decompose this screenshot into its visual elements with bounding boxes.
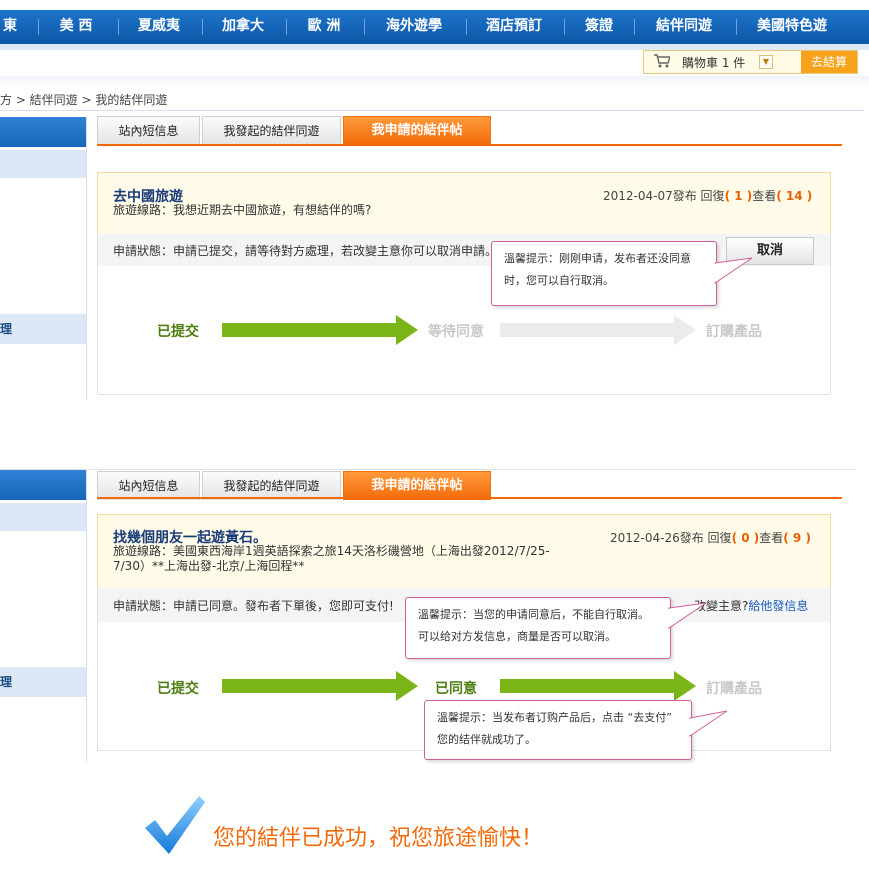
reply-count: ( 0 ) — [731, 531, 760, 545]
tab-my-applications[interactable]: 我申請的結伴帖 — [343, 471, 491, 500]
shopping-cart-icon — [654, 54, 670, 68]
post-date: 2012-04-26發布 回復 — [610, 531, 732, 545]
nav-item-east[interactable]: 東 — [0, 10, 20, 44]
step-submitted: 已提交 — [157, 681, 199, 697]
chevron-down-icon[interactable]: ▼ — [759, 55, 773, 69]
sidebar-border — [86, 117, 87, 400]
sidebar-item-manage[interactable]: 理 — [0, 314, 86, 344]
post-card: 找幾個朋友一起遊黃石。 旅遊線路：美國東西海岸1週英語探索之旅14天洛杉磯營地（… — [97, 514, 831, 590]
nav-divider — [364, 19, 365, 35]
sidebar-item-manage[interactable]: 理 — [0, 667, 86, 697]
post-card: 去中國旅遊 旅遊線路：我想近期去中國旅遊，有想結伴的嗎? 2012-04-07發… — [97, 172, 831, 236]
tab-site-messages[interactable]: 站內短信息 — [97, 116, 200, 145]
nav-item-study-abroad[interactable]: 海外遊學 — [372, 10, 456, 44]
nav-item-us-tours[interactable]: 美國特色遊 — [744, 10, 840, 44]
step-waiting-approval: 等待同意 — [428, 324, 484, 340]
progress-arrow-pending — [500, 315, 696, 345]
cart-count-label: 購物車 1 件 — [682, 56, 746, 70]
nav-item-hotels[interactable]: 酒店預訂 — [474, 10, 554, 44]
tab-underline — [97, 144, 842, 146]
section-divider — [0, 469, 856, 470]
tab-my-initiated[interactable]: 我發起的結伴同遊 — [202, 116, 341, 145]
tip-tooltip: 溫馨提示：当您的申请同意后，不能自行取消。可以给对方发信息，商量是否可以取消。 — [405, 597, 671, 659]
progress-arrow-done — [222, 671, 418, 701]
tooltip-pointer — [689, 710, 728, 737]
post-date: 2012-04-07發布 回復 — [603, 189, 725, 203]
tip-tooltip: 溫馨提示：刚刚申请，发布者还没同意时，您可以自行取消。 — [491, 241, 717, 306]
progress-arrow-done — [222, 315, 418, 345]
tab-underline — [97, 497, 842, 499]
views-label: 查看 — [752, 189, 777, 203]
step-approved: 已同意 — [435, 681, 477, 697]
change-mind: 改變主意?給他發信息 — [694, 597, 808, 614]
nav-divider — [466, 19, 467, 35]
nav-item-west-us[interactable]: 美 西 — [46, 10, 106, 44]
tab-my-initiated[interactable]: 我發起的結伴同遊 — [202, 471, 341, 500]
nav-item-europe[interactable]: 歐 洲 — [294, 10, 354, 44]
step-order-product: 訂購產品 — [706, 324, 762, 340]
breadcrumb-divider — [0, 110, 864, 111]
sidebar-item[interactable] — [0, 150, 86, 178]
tab-my-applications[interactable]: 我申請的結伴帖 — [343, 116, 491, 145]
nav-divider — [118, 19, 119, 35]
views-label: 查看 — [759, 531, 784, 545]
nav-divider — [202, 19, 203, 35]
sidebar-header — [0, 470, 86, 500]
nav-divider — [634, 19, 635, 35]
post-route: 旅遊線路：美國東西海岸1週英語探索之旅14天洛杉磯營地（上海出發2012/7/2… — [113, 544, 550, 573]
application-status: 申請狀態：申請已同意。發布者下單後，您即可支付! — [113, 599, 394, 613]
nav-item-visa[interactable]: 簽證 — [572, 10, 626, 44]
tab-site-messages[interactable]: 站內短信息 — [97, 471, 200, 500]
nav-divider — [286, 19, 287, 35]
view-count: ( 9 ) — [783, 531, 811, 545]
post-route: 旅遊線路：我想近期去中國旅遊，有想結伴的嗎? — [113, 203, 372, 217]
top-nav: 東 美 西 夏威夷 加拿大 歐 洲 海外遊學 酒店預訂 簽證 結伴同遊 美國特色… — [0, 10, 869, 44]
nav-item-canada[interactable]: 加拿大 — [210, 10, 276, 44]
cart-widget: 購物車 1 件 ▼ 去結算 — [643, 50, 858, 74]
view-count: ( 14 ) — [776, 189, 813, 203]
checkout-button[interactable]: 去結算 — [801, 51, 857, 73]
post-meta: 2012-04-07發布 回復( 1 )查看( 14 ) — [603, 187, 812, 204]
step-order-product: 訂購產品 — [706, 681, 762, 697]
checkmark-icon — [145, 796, 205, 854]
sidebar-header — [0, 117, 86, 147]
reply-count: ( 1 ) — [724, 189, 753, 203]
nav-item-hawaii[interactable]: 夏威夷 — [126, 10, 192, 44]
nav-item-travel-buddies[interactable]: 結伴同遊 — [642, 10, 726, 44]
breadcrumb: 方 > 結伴同遊 > 我的結伴同遊 — [0, 93, 168, 107]
send-message-link[interactable]: 給他發信息 — [748, 599, 808, 613]
tip-tooltip: 溫馨提示：当发布者订购产品后，点击 “去支付” 您的结伴就成功了。 — [424, 700, 692, 760]
nav-divider — [38, 19, 39, 35]
application-status: 申請狀態：申請已提交，請等待對方處理，若改變主意你可以取消申請。 — [113, 244, 498, 258]
tooltip-pointer — [668, 602, 707, 629]
step-submitted: 已提交 — [157, 324, 199, 340]
progress-arrow-done — [500, 671, 696, 701]
tooltip-pointer — [714, 257, 753, 284]
sidebar-item[interactable] — [0, 503, 86, 531]
post-meta: 2012-04-26發布 回復( 0 )查看( 9 ) — [610, 529, 811, 546]
success-message: 您的結伴已成功，祝您旅途愉快！ — [213, 826, 544, 851]
nav-divider — [564, 19, 565, 35]
header-shadow — [0, 76, 869, 86]
nav-divider — [736, 19, 737, 35]
sidebar-border — [86, 470, 87, 762]
